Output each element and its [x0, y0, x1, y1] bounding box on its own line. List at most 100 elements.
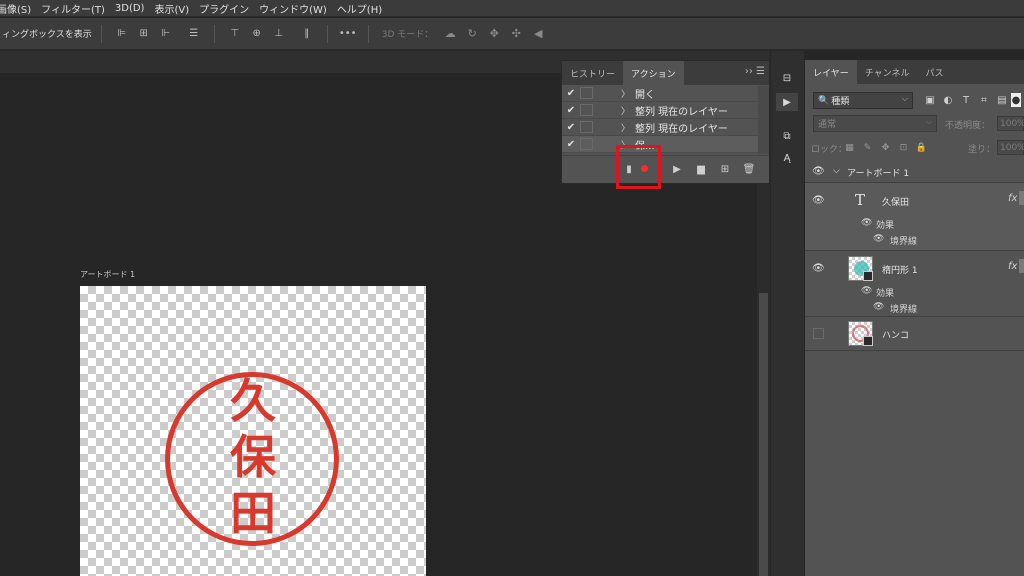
show-bounding-box-label[interactable]: ィングボックスを表示	[0, 27, 92, 40]
new-set-folder-icon[interactable]: ▆	[689, 161, 713, 179]
character-panel-icon[interactable]: Ą	[776, 149, 798, 167]
menu-plugins[interactable]: プラグイン	[194, 1, 254, 16]
eye-icon[interactable]: 👁	[812, 166, 825, 177]
layer-row-hanko[interactable]: ハンコ	[805, 317, 1024, 351]
checkmark-icon[interactable]: ✔	[562, 122, 580, 133]
checkmark-icon[interactable]: ✔	[562, 88, 580, 99]
filter-pixel-icon[interactable]: ▣	[923, 93, 937, 107]
slide-3d-icon[interactable]: ✣	[505, 25, 527, 43]
actions-footer-toolbar: ▮ ▶ ▆ ⊞ 🗑	[562, 155, 769, 183]
lock-label: ロック：	[811, 145, 848, 155]
record-icon[interactable]	[641, 165, 648, 172]
menu-image[interactable]: 画像(S)	[0, 1, 36, 16]
eye-icon[interactable]: 👁	[873, 234, 884, 244]
more-options-icon[interactable]: •••	[337, 25, 359, 43]
effect-stroke-label: 境界線	[890, 237, 918, 247]
dialog-toggle[interactable]	[580, 138, 593, 150]
filter-shape-icon[interactable]: ⌗	[977, 93, 991, 107]
effects-label: 効果	[876, 221, 895, 231]
layer-filter-select[interactable]: 🔍 種類 ⌵	[813, 92, 913, 109]
tab-paths[interactable]: パス	[917, 60, 951, 84]
menu-view[interactable]: 表示(V)	[149, 1, 194, 16]
chevron-right-icon[interactable]: 〉	[621, 104, 635, 117]
new-action-icon[interactable]: ⊞	[713, 161, 737, 179]
layer-row-text[interactable]: 👁 T 久保田 fx 👁 効果 👁 境界線	[805, 183, 1024, 251]
chevron-right-icon[interactable]: 〉	[621, 121, 635, 134]
tab-layers[interactable]: レイヤー	[805, 60, 857, 84]
tab-history[interactable]: ヒストリー	[562, 61, 623, 85]
layer-thumbnail	[848, 256, 873, 281]
eye-icon[interactable]: 👁	[861, 218, 872, 228]
filter-adjustment-icon[interactable]: ◐	[941, 93, 955, 107]
layer-row-ellipse[interactable]: 👁 楕円形 1 fx 👁 効果 👁 境界線	[805, 251, 1024, 317]
artboard-label[interactable]: アートボード 1	[80, 269, 135, 280]
eye-icon[interactable]: 👁	[873, 302, 884, 312]
lock-artboard-icon[interactable]: ⊡	[897, 141, 910, 154]
menu-filter[interactable]: フィルター(T)	[36, 1, 110, 16]
filter-type-icon[interactable]: T	[959, 93, 973, 107]
tab-channels[interactable]: チャンネル	[857, 60, 918, 84]
camera-3d-icon[interactable]: ◀	[527, 25, 549, 43]
eye-icon[interactable]: 👁	[812, 195, 825, 206]
checkmark-icon[interactable]: ✔	[562, 105, 580, 116]
artboard[interactable]: 久 保 田	[80, 286, 426, 576]
action-step-label: 開く	[635, 89, 655, 101]
menu-3d[interactable]: 3D(D)	[110, 3, 150, 14]
dialog-toggle[interactable]	[580, 121, 593, 133]
distribute-h-icon[interactable]: ☰	[183, 25, 205, 43]
dialog-toggle[interactable]	[580, 87, 593, 99]
play-icon[interactable]: ▶	[665, 161, 689, 179]
action-step-save[interactable]: ✔ 〉 保...	[562, 136, 769, 153]
effects-fx-icon[interactable]: fx	[1008, 261, 1017, 272]
panel-menu-icon[interactable]: ›› ☰	[745, 66, 765, 77]
trash-icon[interactable]: 🗑	[737, 161, 761, 179]
distribute-v-icon[interactable]: ‖	[296, 25, 318, 43]
action-step-align-1[interactable]: ✔ 〉 整列 現在のレイヤー	[562, 102, 769, 119]
opacity-field[interactable]: 100%	[997, 116, 1024, 131]
blend-mode-select[interactable]: 通常 ⌵	[813, 115, 937, 132]
history-panel-icon[interactable]: ⊟	[776, 69, 798, 87]
pan-3d-icon[interactable]: ✥	[483, 25, 505, 43]
actions-panel-icon[interactable]: ▶	[776, 93, 798, 111]
lock-image-icon[interactable]: ✎	[861, 141, 874, 154]
dialog-toggle[interactable]	[580, 104, 593, 116]
effect-stroke-label: 境界線	[890, 305, 918, 315]
artboard-group-row[interactable]: 👁 ⌵ アートボード 1	[805, 161, 1024, 183]
actions-panel: ヒストリー アクション ›› ☰ ✔ 〉 開く ✔ 〉 整列 現在のレイヤー ✔…	[561, 60, 770, 184]
align-right-icon[interactable]: ⊩	[155, 25, 177, 43]
action-step-align-2[interactable]: ✔ 〉 整列 現在のレイヤー	[562, 119, 769, 136]
actions-scrollbar[interactable]	[758, 86, 769, 154]
action-step-open[interactable]: ✔ 〉 開く	[562, 85, 769, 102]
tab-actions[interactable]: アクション	[623, 61, 684, 85]
align-bottom-icon[interactable]: ⊥	[268, 25, 290, 43]
menu-help[interactable]: ヘルプ(H)	[332, 1, 387, 16]
scrollbar-thumb[interactable]	[759, 293, 768, 576]
align-middle-icon[interactable]: ⊕	[246, 25, 268, 43]
search-icon: 🔍	[818, 95, 830, 106]
filter-smart-object-icon[interactable]: ▤	[995, 93, 1009, 107]
group-chevron-icon[interactable]: ⌵	[833, 166, 840, 176]
chevron-right-icon[interactable]: 〉	[621, 87, 635, 100]
checkmark-icon[interactable]: ✔	[562, 139, 580, 150]
text-layer-icon: T	[855, 191, 866, 209]
eye-icon[interactable]: 👁	[812, 263, 825, 274]
fill-field[interactable]: 100%	[997, 140, 1024, 155]
panel-icon-strip: ⊟ ▶ ⧉ Ą	[771, 51, 804, 576]
menu-bar: 画像(S) フィルター(T) 3D(D) 表示(V) プラグイン ウィンドウ(W…	[0, 0, 1024, 17]
roll-3d-icon[interactable]: ↻	[461, 25, 483, 43]
layer-comps-icon[interactable]: ⧉	[776, 127, 798, 145]
opacity-label: 不透明度：	[945, 121, 991, 131]
lock-all-icon[interactable]: 🔒	[915, 141, 928, 154]
effects-fx-icon[interactable]: fx	[1008, 193, 1017, 204]
visibility-toggle[interactable]	[813, 328, 824, 339]
layers-panel-tabs: レイヤー チャンネル パス	[805, 60, 1024, 84]
align-center-h-icon[interactable]: ⊞	[133, 25, 155, 43]
eye-icon[interactable]: 👁	[861, 286, 872, 296]
orbit-3d-icon[interactable]: ☁	[439, 25, 461, 43]
align-top-icon[interactable]: ⊤	[224, 25, 246, 43]
align-left-icon[interactable]: ⊫	[111, 25, 133, 43]
lock-position-icon[interactable]: ✥	[879, 141, 892, 154]
filter-toggle-icon[interactable]: ●	[1011, 93, 1021, 107]
menu-window[interactable]: ウィンドウ(W)	[254, 1, 332, 16]
lock-transparent-icon[interactable]: ▦	[843, 141, 856, 154]
